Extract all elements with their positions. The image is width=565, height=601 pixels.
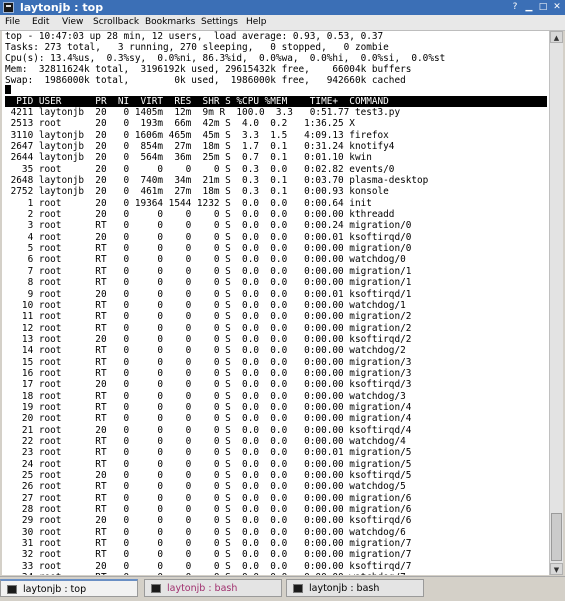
close-icon[interactable]: ✕ <box>551 2 563 13</box>
process-row: 9 root 20 0 0 0 0 S 0.0 0.0 0:00.01 ksof… <box>5 288 412 300</box>
process-row: 2 root 20 0 0 0 0 S 0.0 0.0 0:00.00 kthr… <box>5 209 395 221</box>
menu-view[interactable]: View <box>62 15 83 30</box>
uptime-line: top - 10:47:03 up 28 min, 12 users, load… <box>5 31 384 42</box>
process-row: 19 root RT 0 0 0 0 S 0.0 0.0 0:00.00 mig… <box>5 401 412 413</box>
process-row: 33 root 20 0 0 0 0 S 0.0 0.0 0:00.00 kso… <box>5 560 412 572</box>
swap-line: Swap: 1986000k total, 0k used, 1986000k … <box>5 75 406 86</box>
process-row: 4 root 20 0 0 0 0 S 0.0 0.0 0:00.01 ksof… <box>5 231 412 243</box>
process-row: 32 root RT 0 0 0 0 S 0.0 0.0 0:00.00 mig… <box>5 549 412 561</box>
process-row: 29 root 20 0 0 0 0 S 0.0 0.0 0:00.00 kso… <box>5 515 412 527</box>
help-icon[interactable]: ? <box>509 2 521 13</box>
process-row: 6 root RT 0 0 0 0 S 0.0 0.0 0:00.00 watc… <box>5 254 406 266</box>
process-row: 2513 root 20 0 193m 66m 42m S 4.0 0.2 1:… <box>5 118 355 130</box>
process-row: 2644 laytonjb 20 0 564m 36m 25m S 0.7 0.… <box>5 152 372 164</box>
process-row: 11 root RT 0 0 0 0 S 0.0 0.0 0:00.00 mig… <box>5 311 412 323</box>
process-row: 12 root RT 0 0 0 0 S 0.0 0.0 0:00.00 mig… <box>5 322 412 334</box>
process-row: 23 root RT 0 0 0 0 S 0.0 0.0 0:00.01 mig… <box>5 447 412 459</box>
minimize-icon[interactable]: ▁ <box>523 2 535 13</box>
scroll-down-icon[interactable]: ▼ <box>550 563 563 575</box>
terminal-icon <box>293 584 303 593</box>
menu-settings[interactable]: Settings <box>201 15 238 30</box>
session-tab-bash-2[interactable]: laytonjb : bash <box>286 579 424 597</box>
process-row: 25 root 20 0 0 0 0 S 0.0 0.0 0:00.00 kso… <box>5 470 412 481</box>
process-row: 27 root RT 0 0 0 0 S 0.0 0.0 0:00.00 mig… <box>5 492 412 504</box>
process-row: 10 root RT 0 0 0 0 S 0.0 0.0 0:00.00 wat… <box>5 299 406 311</box>
process-row: 15 root RT 0 0 0 0 S 0.0 0.0 0:00.00 mig… <box>5 356 412 368</box>
menu-bar: File Edit View Scrollback Bookmarks Sett… <box>0 15 565 31</box>
process-row: 16 root RT 0 0 0 0 S 0.0 0.0 0:00.00 mig… <box>5 367 412 379</box>
process-row: 13 root 20 0 0 0 0 S 0.0 0.0 0:00.00 kso… <box>5 333 412 345</box>
process-row: 20 root RT 0 0 0 0 S 0.0 0.0 0:00.00 mig… <box>5 413 412 425</box>
menu-scrollback[interactable]: Scrollback <box>93 15 139 30</box>
mem-line: Mem: 32811624k total, 3196192k used, 296… <box>5 64 412 75</box>
window-title: laytonjb : top <box>20 1 104 14</box>
tab-label: laytonjb : top <box>23 584 87 595</box>
process-row: 35 root 20 0 0 0 0 S 0.3 0.0 0:02.82 eve… <box>5 163 395 175</box>
menu-edit[interactable]: Edit <box>32 15 49 30</box>
process-row: 34 root RT 0 0 0 0 S 0.0 0.0 0:00.00 wat… <box>5 572 428 575</box>
process-table: 4211 laytonjb 20 0 1405m 12m 9m R 100.0 … <box>5 107 429 575</box>
session-tab-bash-1[interactable]: laytonjb : bash <box>144 579 282 597</box>
tab-label: laytonjb : bash <box>309 583 380 594</box>
menu-help[interactable]: Help <box>246 15 267 30</box>
process-row: 31 root RT 0 0 0 0 S 0.0 0.0 0:00.00 mig… <box>5 538 412 550</box>
process-row: 2752 laytonjb 20 0 461m 27m 18m S 0.3 0.… <box>5 186 389 198</box>
process-row: 26 root RT 0 0 0 0 S 0.0 0.0 0:00.00 wat… <box>5 481 406 493</box>
session-tab-top[interactable]: laytonjb : top <box>0 579 138 597</box>
window-titlebar[interactable]: laytonjb : top ? ▁ □ ✕ <box>0 0 565 16</box>
menu-bookmarks[interactable]: Bookmarks <box>145 15 195 30</box>
scrollbar-thumb[interactable] <box>551 513 562 561</box>
process-row: 28 root RT 0 0 0 0 S 0.0 0.0 0:00.00 mig… <box>5 504 412 516</box>
process-row: 3 root RT 0 0 0 0 S 0.0 0.0 0:00.24 migr… <box>5 220 412 232</box>
text-cursor <box>5 85 11 94</box>
maximize-icon[interactable]: □ <box>537 2 549 13</box>
process-row: 7 root RT 0 0 0 0 S 0.0 0.0 0:00.00 migr… <box>5 265 412 277</box>
process-row: 4211 laytonjb 20 0 1405m 12m 9m R 100.0 … <box>5 107 401 118</box>
cpu-line: Cpu(s): 13.4%us, 0.3%sy, 0.0%ni, 86.3%id… <box>5 53 446 64</box>
terminal-output[interactable]: top - 10:47:03 up 28 min, 12 users, load… <box>2 31 549 575</box>
process-table-header: PID USER PR NI VIRT RES SHR S %CPU %MEM … <box>5 96 547 107</box>
process-row: 24 root RT 0 0 0 0 S 0.0 0.0 0:00.00 mig… <box>5 458 412 470</box>
process-row: 14 root RT 0 0 0 0 S 0.0 0.0 0:00.00 wat… <box>5 345 406 357</box>
process-row: 8 root RT 0 0 0 0 S 0.0 0.0 0:00.00 migr… <box>5 277 412 289</box>
process-row: 2648 laytonjb 20 0 740m 34m 21m S 0.3 0.… <box>5 175 429 187</box>
process-row: 1 root 20 0 19364 1544 1232 S 0.0 0.0 0:… <box>5 197 372 209</box>
process-row: 18 root RT 0 0 0 0 S 0.0 0.0 0:00.00 wat… <box>5 390 406 402</box>
terminal-icon <box>3 2 14 13</box>
terminal-icon <box>151 584 161 593</box>
tasks-line: Tasks: 273 total, 3 running, 270 sleepin… <box>5 42 389 53</box>
menu-file[interactable]: File <box>5 15 20 30</box>
process-row: 17 root 20 0 0 0 0 S 0.0 0.0 0:00.00 kso… <box>5 379 412 391</box>
tab-label: laytonjb : bash <box>167 583 238 594</box>
process-row: 5 root RT 0 0 0 0 S 0.0 0.0 0:00.00 migr… <box>5 243 412 255</box>
process-row: 22 root RT 0 0 0 0 S 0.0 0.0 0:00.00 wat… <box>5 435 406 447</box>
terminal-icon <box>7 585 17 594</box>
process-row: 21 root 20 0 0 0 0 S 0.0 0.0 0:00.00 kso… <box>5 424 412 436</box>
session-tab-bar: laytonjb : top laytonjb : bash laytonjb … <box>0 576 565 601</box>
process-row: 30 root RT 0 0 0 0 S 0.0 0.0 0:00.00 wat… <box>5 526 406 538</box>
process-row: 2647 laytonjb 20 0 854m 27m 18m S 1.7 0.… <box>5 141 395 153</box>
scroll-up-icon[interactable]: ▲ <box>550 31 563 43</box>
scrollbar[interactable]: ▲ ▼ <box>549 31 563 575</box>
process-row: 3110 laytonjb 20 0 1606m 465m 45m S 3.3 … <box>5 129 389 141</box>
